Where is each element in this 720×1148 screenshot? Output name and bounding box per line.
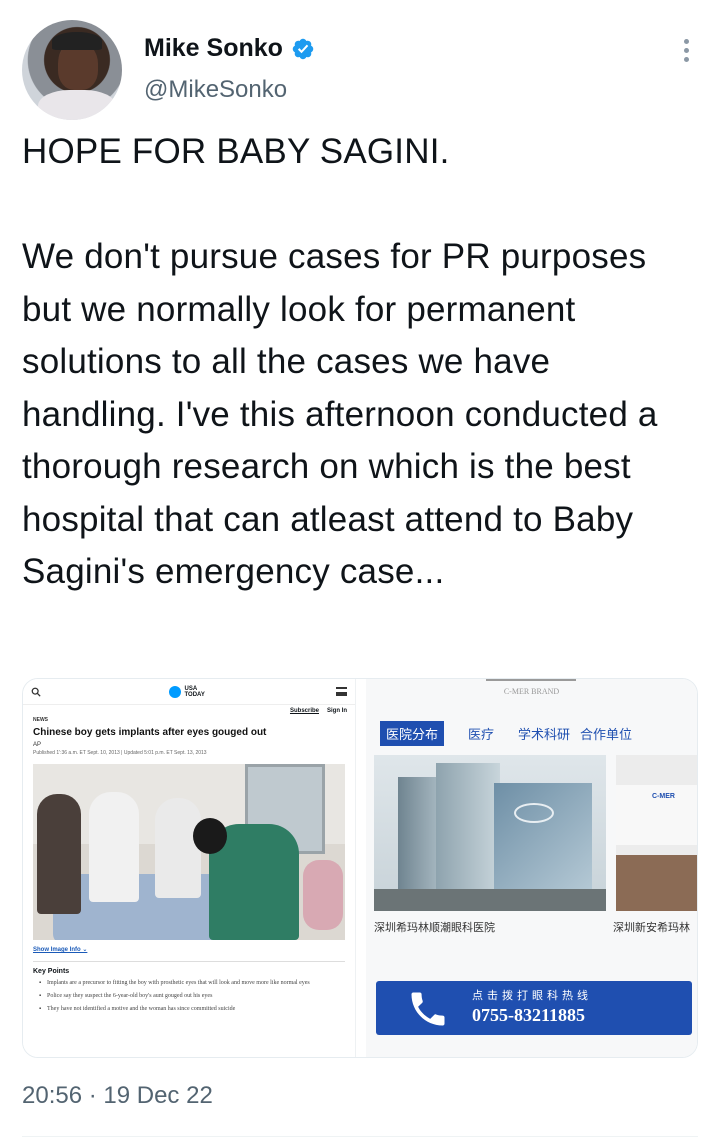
avatar[interactable]	[22, 20, 122, 120]
tweet-header: Mike Sonko @MikeSonko	[22, 20, 698, 120]
author-handle[interactable]: @MikeSonko	[144, 76, 287, 104]
key-points-list: Implants are a precursor to fitting the …	[23, 979, 355, 1013]
dot	[683, 38, 689, 44]
hospital-interior-photo: C-MER	[616, 755, 697, 911]
author-name[interactable]: Mike Sonko	[144, 34, 283, 63]
interior-desk	[616, 855, 697, 911]
hotline-label: 点击拨打眼科热线	[472, 990, 592, 1002]
caption-hospital-2: 深圳新安希玛林	[613, 922, 690, 934]
photo-person	[37, 794, 81, 914]
tower	[494, 783, 592, 895]
hotline-number: 0755-83211885	[472, 1005, 586, 1025]
tweet-timestamp[interactable]: 20:56 · 19 Dec 22	[22, 1082, 213, 1110]
building-sign	[514, 803, 554, 823]
phone-icon	[411, 992, 445, 1026]
search-icon	[31, 687, 41, 697]
usa-today-dot	[168, 685, 181, 698]
media-image-news-article[interactable]: USA TODAY Subscribe Sign In NEWS Chinese…	[23, 679, 356, 1057]
tweet-media[interactable]: USA TODAY Subscribe Sign In NEWS Chinese…	[22, 678, 698, 1058]
verified-badge-icon	[292, 38, 314, 59]
avatar-cap	[52, 32, 102, 50]
dot	[683, 47, 689, 53]
key-point: Police say they suspect the 6-year-old b…	[39, 992, 345, 1000]
subscribe-row: Subscribe Sign In	[23, 705, 355, 717]
brand-top-rule	[486, 679, 576, 683]
nav-research: 学术科研	[518, 726, 571, 742]
photo-doctor	[89, 792, 139, 902]
hotline-banner: 点击拨打眼科热线 0755-83211885	[376, 981, 692, 1035]
more-options-icon[interactable]	[674, 36, 698, 64]
key-point: They have not identified a motive and th…	[39, 1005, 345, 1013]
sign-in-link: Sign In	[327, 708, 347, 714]
key-points-title: Key Points	[33, 968, 70, 975]
subscribe-link: Subscribe	[289, 708, 319, 714]
hospital-nav: 医院分布 医疗 学术科研 合作单位	[366, 703, 697, 751]
bottom-divider	[22, 1136, 698, 1137]
tower	[436, 763, 500, 895]
hamburger-menu-icon	[336, 687, 347, 696]
name-row[interactable]: Mike Sonko	[144, 34, 315, 63]
caption-hospital-1: 深圳希玛林顺潮眼科医院	[374, 922, 495, 934]
usa-today-logo: USA TODAY	[168, 685, 209, 698]
news-site-header: USA TODAY	[23, 679, 355, 705]
photo-toys	[303, 860, 343, 930]
hospital-captions: 深圳希玛林顺潮眼科医院 深圳新安希玛林	[374, 919, 697, 935]
article-byline: AP	[33, 742, 42, 748]
nav-partners: 合作单位	[580, 726, 633, 742]
dot	[683, 56, 689, 62]
hospital-images: C-MER	[374, 755, 697, 911]
interior-logo: C-MER	[652, 793, 675, 800]
media-image-hospital-page[interactable]: C-MER BRAND 医院分布 医疗 学术科研 合作单位 C-MER 深圳希玛…	[366, 679, 697, 1057]
key-point: Implants are a precursor to fitting the …	[39, 979, 345, 987]
article-headline: Chinese boy gets implants after eyes gou…	[33, 727, 267, 738]
hospital-building-photo	[374, 755, 606, 911]
article-date: Published 1':36 a.m. ET Sept. 10, 2013 |…	[33, 750, 207, 756]
tower	[398, 777, 440, 895]
photo-nurse	[155, 798, 201, 898]
nav-hospitals: 医院分布	[380, 720, 445, 746]
avatar-shirt	[38, 90, 116, 120]
tweet-text: HOPE FOR BABY SAGINI. We don't pursue ca…	[22, 132, 658, 591]
divider	[33, 961, 345, 962]
photo-hair	[193, 818, 227, 854]
show-image-info: Show Image Info ⌄	[33, 947, 88, 953]
nav-medical: 医疗	[468, 726, 495, 742]
usa-today-wordmark: USA TODAY	[184, 685, 205, 698]
ground	[374, 889, 606, 911]
article-photo	[33, 764, 345, 940]
